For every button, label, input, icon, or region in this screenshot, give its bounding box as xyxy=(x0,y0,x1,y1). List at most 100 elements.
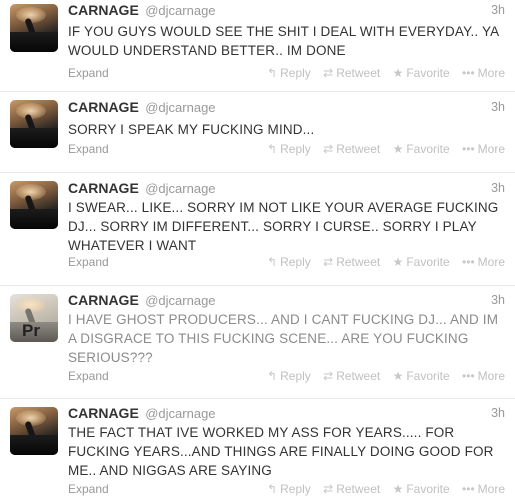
timestamp[interactable]: 3h xyxy=(491,100,505,114)
favorite-button[interactable]: ★ Favorite xyxy=(393,369,450,383)
reply-arrow-icon: ↰ xyxy=(267,369,278,383)
more-button[interactable]: ••• More xyxy=(462,369,505,383)
reply-button[interactable]: ↰ Reply xyxy=(267,255,311,269)
favorite-label: Favorite xyxy=(406,482,450,496)
avatar-text: Pr xyxy=(22,321,40,340)
more-button[interactable]: ••• More xyxy=(462,255,505,269)
tweet-footer: Expand ↰ Reply ⇄ Retweet ★ Favorite ••• More xyxy=(68,482,505,498)
retweet-button[interactable]: ⇄ Retweet xyxy=(323,369,380,383)
retweet-icon: ⇄ xyxy=(323,482,334,496)
tweet[interactable]: Pr CARNAGE @djcarnage 3h I HAVE GHOST PR… xyxy=(0,287,515,399)
user-name[interactable]: CARNAGE xyxy=(68,180,139,196)
retweet-label: Retweet xyxy=(336,255,381,269)
favorite-label: Favorite xyxy=(406,369,450,383)
tweet[interactable]: CARNAGE @djcarnage 3h IF YOU GUYS WOULD … xyxy=(0,0,515,92)
tweet-header: CARNAGE @djcarnage xyxy=(68,292,216,310)
star-icon: ★ xyxy=(392,482,404,496)
more-button[interactable]: ••• More xyxy=(462,142,505,156)
ellipsis-icon: ••• xyxy=(462,255,475,269)
expand-link[interactable]: Expand xyxy=(68,482,109,496)
ellipsis-icon: ••• xyxy=(462,142,475,156)
user-name[interactable]: CARNAGE xyxy=(68,292,139,308)
retweet-button[interactable]: ⇄ Retweet xyxy=(323,255,380,269)
reply-button[interactable]: ↰ Reply xyxy=(267,482,311,496)
favorite-label: Favorite xyxy=(406,142,450,156)
tweet-header: CARNAGE @djcarnage xyxy=(68,2,216,20)
retweet-label: Retweet xyxy=(336,369,381,383)
tweet-text: SORRY I SPEAK MY FUCKING MIND... xyxy=(68,122,315,137)
avatar[interactable]: Pr xyxy=(10,294,58,342)
expand-link[interactable]: Expand xyxy=(68,66,109,80)
favorite-button[interactable]: ★ Favorite xyxy=(393,482,450,496)
more-button[interactable]: ••• More xyxy=(462,66,505,80)
favorite-label: Favorite xyxy=(406,255,450,269)
reply-arrow-icon: ↰ xyxy=(267,255,278,269)
reply-label: Reply xyxy=(280,482,311,496)
favorite-label: Favorite xyxy=(406,66,450,80)
tweet-footer: Expand ↰ Reply ⇄ Retweet ★ Favorite ••• More xyxy=(68,255,505,271)
retweet-label: Retweet xyxy=(336,66,381,80)
retweet-button[interactable]: ⇄ Retweet xyxy=(323,482,380,496)
star-icon: ★ xyxy=(392,66,404,80)
tweet-footer: Expand ↰ Reply ⇄ Retweet ★ Favorite ••• More xyxy=(68,369,505,385)
tweet-actions: ↰ Reply ⇄ Retweet ★ Favorite ••• More xyxy=(258,66,505,80)
reply-button[interactable]: ↰ Reply xyxy=(267,369,311,383)
tweet[interactable]: CARNAGE @djcarnage 3h SORRY I SPEAK MY F… xyxy=(0,93,515,173)
timeline: CARNAGE @djcarnage 3h IF YOU GUYS WOULD … xyxy=(0,0,515,497)
tweet-header: CARNAGE @djcarnage xyxy=(68,99,216,117)
avatar[interactable] xyxy=(10,100,58,148)
tweet-actions: ↰ Reply ⇄ Retweet ★ Favorite ••• More xyxy=(258,482,505,496)
retweet-button[interactable]: ⇄ Retweet xyxy=(323,66,380,80)
timestamp[interactable]: 3h xyxy=(491,181,505,195)
retweet-button[interactable]: ⇄ Retweet xyxy=(323,142,380,156)
more-button[interactable]: ••• More xyxy=(462,482,505,496)
retweet-icon: ⇄ xyxy=(323,66,334,80)
tweet-actions: ↰ Reply ⇄ Retweet ★ Favorite ••• More xyxy=(258,369,505,383)
retweet-label: Retweet xyxy=(336,482,381,496)
tweet-text: THE FACT THAT IVE WORKED MY ASS FOR YEAR… xyxy=(68,425,494,478)
tweet-actions: ↰ Reply ⇄ Retweet ★ Favorite ••• More xyxy=(258,142,505,156)
favorite-button[interactable]: ★ Favorite xyxy=(393,66,450,80)
favorite-button[interactable]: ★ Favorite xyxy=(393,255,450,269)
tweet-header: CARNAGE @djcarnage xyxy=(68,180,216,198)
expand-link[interactable]: Expand xyxy=(68,369,109,383)
user-name[interactable]: CARNAGE xyxy=(68,2,139,18)
user-handle[interactable]: @djcarnage xyxy=(145,181,215,196)
tweet-actions: ↰ Reply ⇄ Retweet ★ Favorite ••• More xyxy=(258,255,505,269)
tweet-footer: Expand ↰ Reply ⇄ Retweet ★ Favorite ••• More xyxy=(68,142,505,158)
timestamp[interactable]: 3h xyxy=(491,406,505,420)
reply-button[interactable]: ↰ Reply xyxy=(267,66,311,80)
avatar[interactable] xyxy=(10,181,58,229)
ellipsis-icon: ••• xyxy=(462,482,475,496)
more-label: More xyxy=(477,255,505,269)
reply-label: Reply xyxy=(280,142,311,156)
ellipsis-icon: ••• xyxy=(462,66,475,80)
avatar[interactable] xyxy=(10,4,58,52)
timestamp[interactable]: 3h xyxy=(491,293,505,307)
user-handle[interactable]: @djcarnage xyxy=(145,293,215,308)
expand-link[interactable]: Expand xyxy=(68,142,109,156)
retweet-label: Retweet xyxy=(336,142,381,156)
tweet-text: I HAVE GHOST PRODUCERS... AND I CANT FUC… xyxy=(68,312,499,365)
reply-button[interactable]: ↰ Reply xyxy=(267,142,311,156)
retweet-icon: ⇄ xyxy=(323,255,334,269)
more-label: More xyxy=(477,142,505,156)
tweet[interactable]: CARNAGE @djcarnage 3h I SWEAR... LIKE...… xyxy=(0,174,515,286)
user-handle[interactable]: @djcarnage xyxy=(145,3,215,18)
user-handle[interactable]: @djcarnage xyxy=(145,406,215,421)
more-label: More xyxy=(477,369,505,383)
user-name[interactable]: CARNAGE xyxy=(68,405,139,421)
favorite-button[interactable]: ★ Favorite xyxy=(393,142,450,156)
star-icon: ★ xyxy=(392,142,404,156)
tweet-text: IF YOU GUYS WOULD SEE THE SHIT I DEAL WI… xyxy=(68,24,499,58)
avatar[interactable] xyxy=(10,407,58,455)
star-icon: ★ xyxy=(392,255,404,269)
timestamp[interactable]: 3h xyxy=(491,3,505,17)
expand-link[interactable]: Expand xyxy=(68,255,109,269)
tweet[interactable]: CARNAGE @djcarnage 3h THE FACT THAT IVE … xyxy=(0,400,515,497)
user-handle[interactable]: @djcarnage xyxy=(145,100,215,115)
reply-label: Reply xyxy=(280,255,311,269)
tweet-footer: Expand ↰ Reply ⇄ Retweet ★ Favorite ••• More xyxy=(68,66,505,82)
reply-label: Reply xyxy=(280,369,311,383)
user-name[interactable]: CARNAGE xyxy=(68,99,139,115)
